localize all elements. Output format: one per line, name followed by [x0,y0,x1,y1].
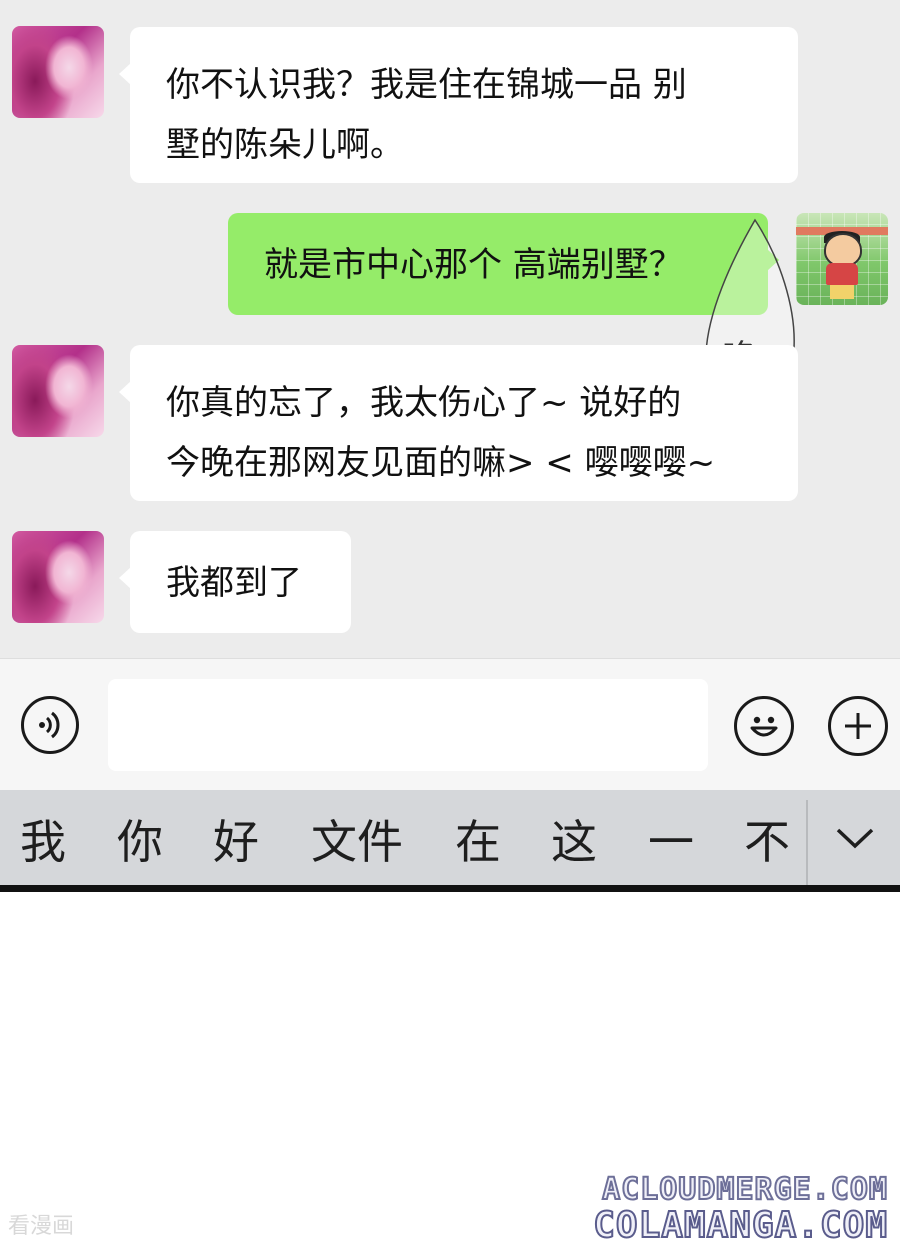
message-bubble-incoming[interactable]: 你真的忘了，我太伤心了~ 说好的 今晚在那网友见面的嘛> < 嘤嘤嘤~ [119,345,798,501]
emoji-icon [750,716,778,737]
avatar-legs [830,285,854,299]
watermark-kanmanhua: 看漫画 [8,1214,75,1239]
keyboard-suggestion-bar: 我 你 好 文件 在 这 一 不 [0,790,900,885]
watermark-colamanga: COLAMANGA.COM [592,1204,888,1246]
suggestion-item[interactable]: 这 [551,812,597,872]
contact-avatar[interactable] [12,26,104,118]
avatar-face [824,233,862,267]
suggestion-item[interactable]: 好 [213,812,259,872]
suggestion-item[interactable]: 我 [20,812,66,872]
watermark-acloudmerge: ACLOUDMERGE.COM [601,1171,888,1208]
chat-input-bar [0,658,900,791]
chevron-down-icon [836,828,874,849]
user-avatar[interactable] [796,213,888,305]
message-bubble-incoming[interactable]: 我都到了 [119,531,351,633]
contact-avatar[interactable] [12,531,104,623]
panel-border [0,885,900,892]
emoji-button[interactable] [734,696,794,756]
add-button[interactable] [828,696,888,756]
contact-avatar[interactable] [12,345,104,437]
suggestion-item[interactable]: 你 [117,812,163,872]
suggestion-item[interactable]: 不 [744,812,790,872]
message-bubble-incoming[interactable]: 你不认识我？我是住在锦城一品 别 墅的陈朵儿啊。 [119,27,798,183]
suggestion-item[interactable]: 文件 [311,812,403,872]
suggestion-item[interactable]: 在 [455,812,501,872]
message-input[interactable] [108,679,708,771]
chat-message-list[interactable]: 你不认识我？我是住在锦城一品 别 墅的陈朵儿啊。 就是市中心那个 高端别墅？ 咚… [0,0,900,658]
message-bubble-outgoing[interactable]: 就是市中心那个 高端别墅？ [228,213,779,315]
suggestion-item[interactable]: 一 [648,812,694,872]
expand-suggestions-button[interactable] [830,818,880,858]
voice-icon [39,711,60,739]
voice-button[interactable] [21,696,79,754]
plus-icon [845,713,871,739]
avatar-shirt [826,263,858,285]
suggestion-divider [806,800,808,885]
